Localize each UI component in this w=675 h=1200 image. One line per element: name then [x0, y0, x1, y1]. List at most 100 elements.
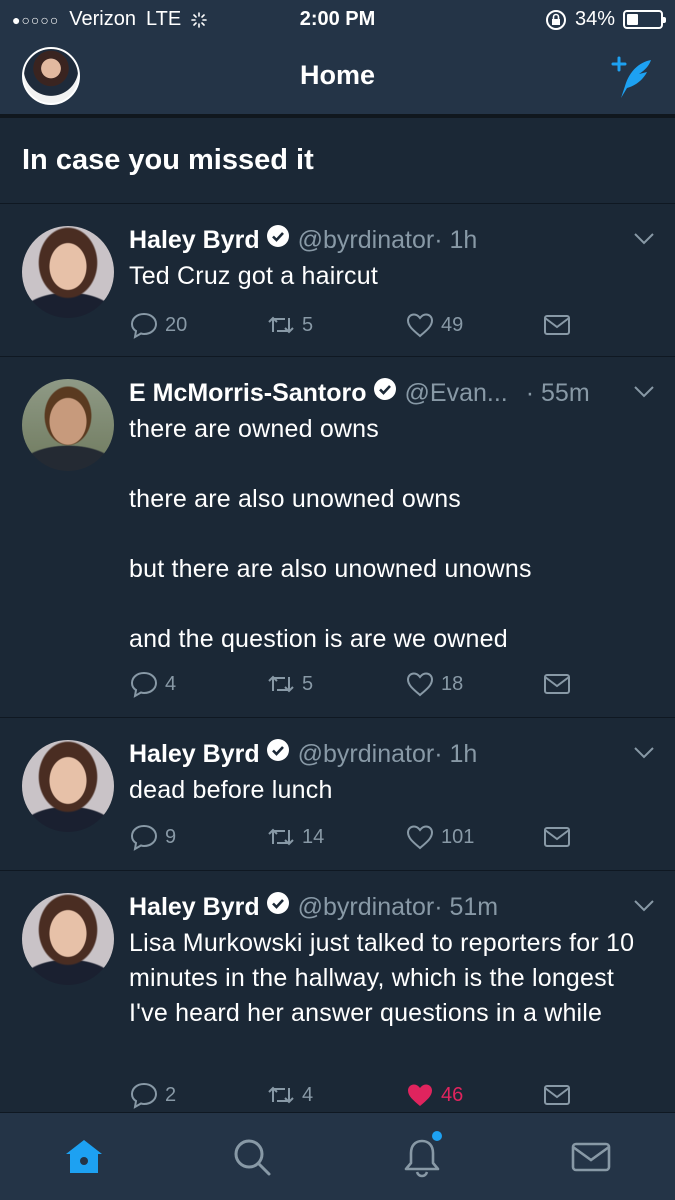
chevron-down-icon[interactable]: [633, 899, 655, 913]
section-title: In case you missed it: [22, 144, 314, 176]
tab-search[interactable]: [230, 1135, 274, 1179]
tweet[interactable]: E McMorris-Santoro @Evan... · 55m there …: [0, 357, 675, 718]
retweet-count: 5: [302, 313, 314, 336]
status-right: 34%: [545, 8, 666, 31]
tweet-actions: 20 5 49: [129, 310, 655, 342]
envelope-icon: [544, 674, 570, 694]
reply-count: 4: [165, 672, 177, 695]
author-name[interactable]: Haley Byrd: [129, 893, 260, 922]
like-button[interactable]: 49: [405, 310, 463, 340]
envelope-icon: [544, 315, 570, 335]
tweet-text: Ted Cruz got a haircut: [129, 262, 378, 290]
retweet-icon: [268, 675, 294, 693]
heart-filled-icon: [408, 1084, 432, 1106]
chevron-down-icon[interactable]: [633, 232, 655, 246]
envelope-icon: [544, 1085, 570, 1105]
tweet-actions: 4 5 18: [129, 669, 655, 701]
like-count: 101: [441, 825, 475, 848]
verified-badge-icon: [266, 225, 289, 247]
section-header: In case you missed it: [0, 122, 675, 204]
like-count: 18: [441, 672, 464, 695]
author-name[interactable]: E McMorris-Santoro: [129, 379, 367, 408]
chevron-down-icon[interactable]: [633, 385, 655, 399]
tweet[interactable]: Haley Byrd @byrdinator · 1h Ted Cruz got…: [0, 204, 675, 357]
tweet-header: Haley Byrd @byrdinator · 1h: [129, 224, 655, 258]
tweet-text: dead before lunch: [129, 776, 333, 804]
user-avatar[interactable]: [22, 740, 114, 832]
battery-percent: 34%: [574, 8, 615, 30]
reply-count: 20: [165, 313, 188, 336]
compose-tweet-icon[interactable]: [609, 54, 657, 102]
reply-icon: [130, 312, 158, 339]
reply-count: 9: [165, 825, 177, 848]
verified-badge-icon: [266, 892, 289, 914]
reply-button[interactable]: 2: [129, 1080, 176, 1110]
chevron-down-icon[interactable]: [633, 746, 655, 760]
user-avatar[interactable]: [22, 226, 114, 318]
reply-button[interactable]: 9: [129, 822, 176, 852]
tweet-text: there are owned owns there are also unow…: [129, 415, 532, 653]
tweet-header: E McMorris-Santoro @Evan... · 55m: [129, 377, 655, 411]
like-button[interactable]: 18: [405, 669, 463, 699]
battery-icon: [623, 10, 666, 29]
tweet-time: · 1h: [434, 226, 478, 254]
author-handle: @byrdinator: [297, 893, 435, 921]
tweet[interactable]: Haley Byrd @byrdinator · 1h dead before …: [0, 718, 675, 871]
tab-messages[interactable]: [569, 1135, 613, 1179]
retweet-count: 4: [302, 1083, 314, 1106]
retweet-button[interactable]: 14: [266, 822, 324, 852]
author-name[interactable]: Haley Byrd: [129, 226, 260, 255]
author-handle: @byrdinator: [297, 226, 435, 254]
rotation-lock-icon: [545, 9, 566, 30]
user-avatar[interactable]: [22, 893, 114, 985]
retweet-button[interactable]: 5: [266, 310, 313, 340]
tweet-time: · 55m: [525, 379, 590, 407]
tweet[interactable]: Haley Byrd @byrdinator · 51m Lisa Murkow…: [0, 871, 675, 1112]
retweet-count: 5: [302, 672, 314, 695]
author-name[interactable]: Haley Byrd: [129, 740, 260, 769]
tweet-header: Haley Byrd @byrdinator · 51m: [129, 891, 655, 925]
direct-message-button[interactable]: [542, 1080, 572, 1110]
reply-icon: [130, 671, 158, 698]
tweet-actions: 9 14 101: [129, 822, 655, 854]
heart-icon: [406, 825, 434, 850]
like-button[interactable]: 101: [405, 822, 474, 852]
reply-icon: [130, 1082, 158, 1109]
home-icon: [66, 1140, 102, 1173]
tweet-time: · 51m: [434, 893, 499, 921]
reply-count: 2: [165, 1083, 177, 1106]
user-avatar[interactable]: [22, 379, 114, 471]
status-bar: ●○○○○ Verizon LTE 2:00 PM 34%: [0, 0, 675, 38]
envelope-icon: [544, 827, 570, 847]
retweet-icon: [268, 1086, 294, 1104]
page-title: Home: [299, 60, 375, 90]
author-handle: @Evan...: [404, 379, 508, 407]
retweet-button[interactable]: 5: [266, 669, 313, 699]
reply-icon: [130, 824, 158, 851]
tweet-text: Lisa Murkowski just talked to reporters …: [129, 929, 635, 1027]
navigation-bar: Home: [0, 38, 675, 118]
direct-message-button[interactable]: [542, 310, 572, 340]
heart-icon: [406, 672, 434, 697]
like-count: 49: [441, 313, 464, 336]
direct-message-button[interactable]: [542, 822, 572, 852]
author-handle: @byrdinator: [297, 740, 435, 768]
heart-icon: [406, 313, 434, 338]
like-count: 46: [441, 1083, 464, 1106]
retweet-icon: [268, 828, 294, 846]
direct-message-button[interactable]: [542, 669, 572, 699]
like-button[interactable]: 46: [405, 1080, 463, 1110]
reply-button[interactable]: 20: [129, 310, 187, 340]
tweet-actions: 2 4 46: [129, 1080, 655, 1112]
tab-notifications[interactable]: [400, 1131, 444, 1179]
search-icon: [234, 1139, 271, 1176]
verified-badge-icon: [373, 378, 396, 400]
tab-home[interactable]: [62, 1135, 106, 1179]
reply-button[interactable]: 4: [129, 669, 176, 699]
retweet-button[interactable]: 4: [266, 1080, 313, 1110]
notification-dot: [432, 1131, 442, 1141]
retweet-icon: [268, 316, 294, 334]
verified-badge-icon: [266, 739, 289, 761]
tweet-header: Haley Byrd @byrdinator · 1h: [129, 738, 655, 772]
tweet-time: · 1h: [434, 740, 478, 768]
